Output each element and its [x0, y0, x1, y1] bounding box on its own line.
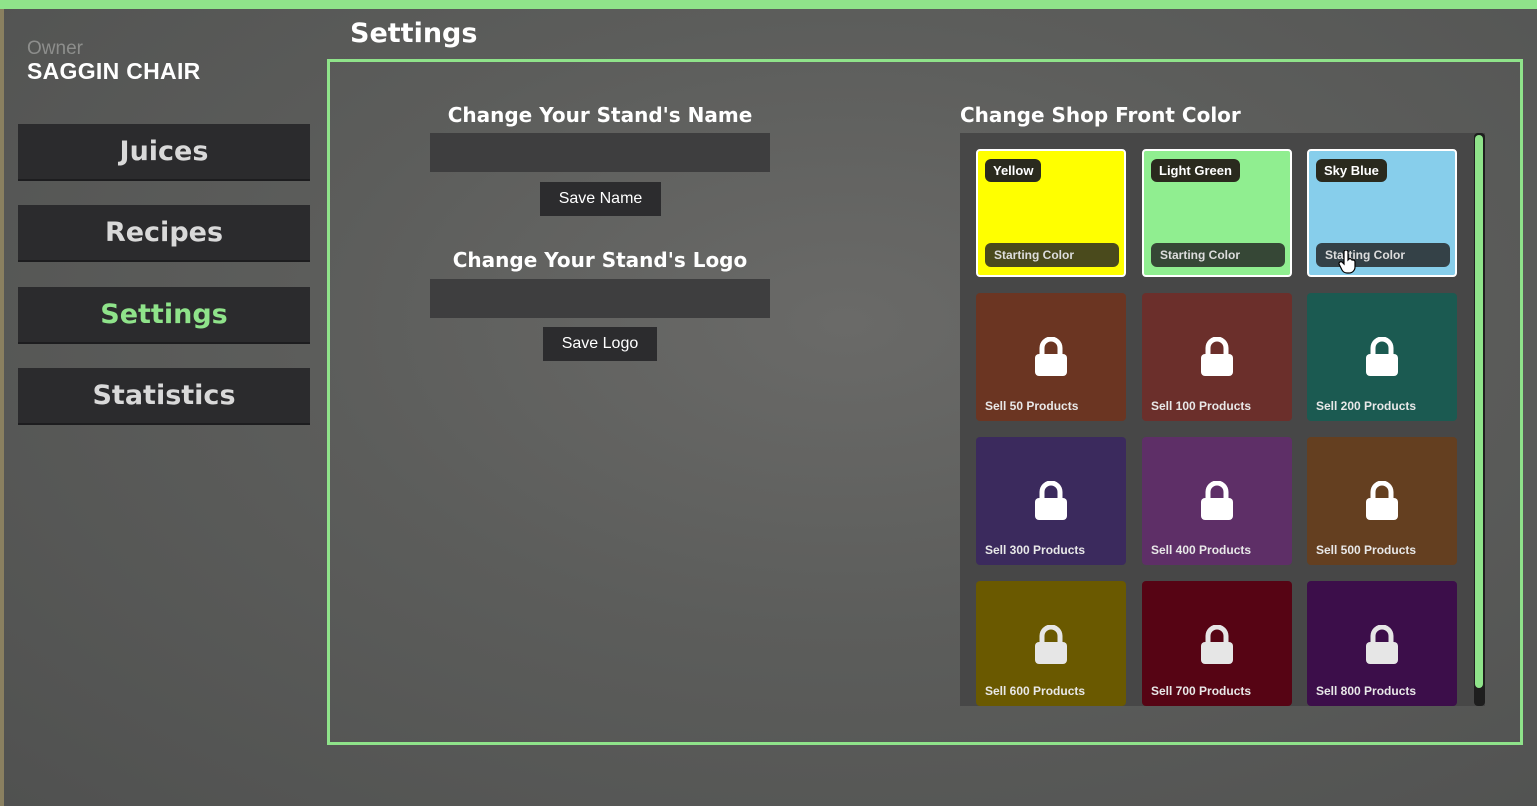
color-tile-locked[interactable]: Sell 100 Products: [1142, 293, 1292, 421]
unlock-requirement: Sell 600 Products: [985, 684, 1086, 698]
starting-color-tag: Starting Color: [1316, 243, 1450, 267]
lock-icon: [1366, 625, 1398, 664]
unlock-requirement: Sell 100 Products: [1151, 399, 1252, 413]
lock-icon: [1201, 481, 1233, 520]
starting-color-tag: Starting Color: [1151, 243, 1285, 267]
save-logo-button[interactable]: Save Logo: [543, 327, 657, 361]
color-tile-locked[interactable]: Sell 800 Products: [1307, 581, 1457, 706]
shop-color-heading: Change Shop Front Color: [960, 103, 1241, 127]
stand-logo-input[interactable]: [430, 279, 770, 318]
tile-color-name: Sky Blue: [1316, 159, 1387, 182]
page-title: Settings: [350, 18, 478, 49]
unlock-requirement: Sell 200 Products: [1316, 399, 1417, 413]
lock-icon: [1035, 625, 1067, 664]
color-tile-locked[interactable]: Sell 700 Products: [1142, 581, 1292, 706]
stand-logo-heading: Change Your Stand's Logo: [452, 248, 748, 272]
lock-icon: [1201, 625, 1233, 664]
color-tile-locked[interactable]: Sell 400 Products: [1142, 437, 1292, 565]
lock-icon: [1366, 337, 1398, 376]
unlock-requirement: Sell 50 Products: [985, 399, 1079, 413]
left-edge-strip: [0, 9, 4, 806]
color-tile-locked[interactable]: Sell 300 Products: [976, 437, 1126, 565]
color-tile-locked[interactable]: Sell 200 Products: [1307, 293, 1457, 421]
color-tile-locked[interactable]: Sell 600 Products: [976, 581, 1126, 706]
unlock-requirement: Sell 400 Products: [1151, 543, 1252, 557]
save-name-button[interactable]: Save Name: [540, 182, 661, 216]
scrollbar-thumb[interactable]: [1475, 135, 1483, 688]
lock-icon: [1366, 481, 1398, 520]
unlock-requirement: Sell 700 Products: [1151, 684, 1252, 698]
unlock-requirement: Sell 500 Products: [1316, 543, 1417, 557]
color-tile-locked[interactable]: Sell 50 Products: [976, 293, 1126, 421]
color-tile-light-green[interactable]: Light Green Starting Color: [1142, 149, 1292, 277]
top-accent-bar: [0, 0, 1537, 9]
unlock-requirement: Sell 300 Products: [985, 543, 1086, 557]
color-tile-locked[interactable]: Sell 500 Products: [1307, 437, 1457, 565]
tile-color-name: Yellow: [985, 159, 1042, 182]
stand-name-heading: Change Your Stand's Name: [447, 103, 753, 127]
lock-icon: [1035, 481, 1067, 520]
color-tile-sky-blue[interactable]: Sky Blue Starting Color: [1307, 149, 1457, 277]
starting-color-tag: Starting Color: [985, 243, 1119, 267]
owner-name: SAGGIN CHAIR: [27, 58, 201, 84]
stand-name-input[interactable]: [430, 133, 770, 172]
unlock-requirement: Sell 800 Products: [1316, 684, 1417, 698]
tile-color-name: Light Green: [1151, 159, 1240, 182]
color-tile-yellow[interactable]: Yellow Starting Color: [976, 149, 1126, 277]
nav-item-statistics[interactable]: Statistics: [18, 368, 310, 425]
nav-item-recipes[interactable]: Recipes: [18, 205, 310, 262]
lock-icon: [1201, 337, 1233, 376]
nav-item-juices[interactable]: Juices: [18, 124, 310, 181]
hand-cursor-icon: [1338, 250, 1356, 274]
owner-label: Owner: [27, 38, 83, 59]
nav-item-settings[interactable]: Settings: [18, 287, 310, 344]
lock-icon: [1035, 337, 1067, 376]
